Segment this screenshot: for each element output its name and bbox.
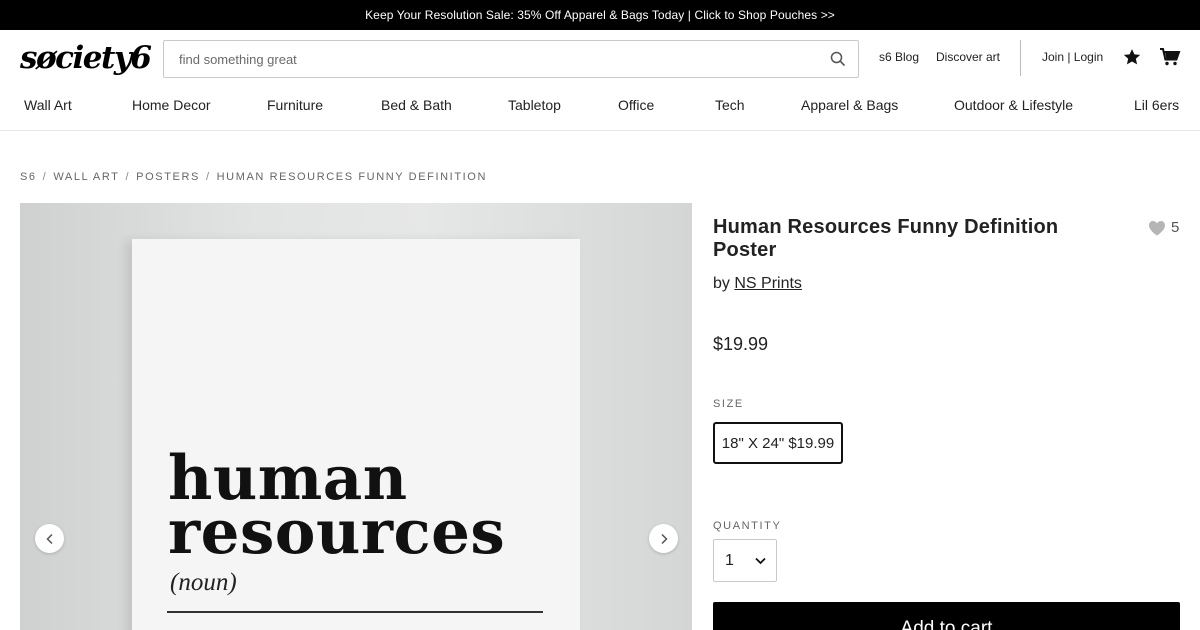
- nav-office[interactable]: Office: [618, 97, 654, 113]
- artist-link[interactable]: NS Prints: [734, 275, 802, 292]
- favorite-button[interactable]: 5: [1148, 219, 1179, 236]
- search-bar: [163, 40, 859, 78]
- breadcrumb-posters[interactable]: POSTERS: [136, 171, 200, 183]
- promo-banner[interactable]: Keep Your Resolution Sale: 35% Off Appar…: [0, 0, 1200, 30]
- star-icon: [1123, 49, 1141, 65]
- quantity-value: 1: [725, 551, 734, 569]
- favorites-count: 5: [1171, 219, 1180, 236]
- product-title: Human Resources Funny Definition Poster: [713, 216, 1059, 261]
- blog-link[interactable]: s6 Blog: [879, 50, 919, 64]
- nav-tech[interactable]: Tech: [715, 97, 745, 113]
- cart-button[interactable]: [1159, 47, 1181, 67]
- nav-wall-art[interactable]: Wall Art: [24, 97, 72, 113]
- header-divider: [1020, 40, 1021, 76]
- poster-text-noun: (noun): [170, 569, 237, 596]
- cart-icon: [1160, 48, 1181, 66]
- chevron-left-icon: [45, 533, 53, 544]
- nav-apparel-bags[interactable]: Apparel & Bags: [801, 97, 898, 113]
- poster-text-line2: resources: [168, 497, 506, 568]
- search-icon: [830, 51, 846, 67]
- breadcrumb-current: HUMAN RESOURCES FUNNY DEFINITION: [216, 171, 488, 183]
- size-option-selected[interactable]: 18" X 24" $19.99: [713, 422, 843, 464]
- next-image-button[interactable]: [649, 524, 678, 553]
- product-image-gallery[interactable]: human resources (noun): [20, 203, 692, 630]
- poster-image: human resources (noun): [132, 239, 580, 630]
- nav-outdoor-lifestyle[interactable]: Outdoor & Lifestyle: [954, 97, 1073, 113]
- breadcrumb-wall-art[interactable]: WALL ART: [53, 171, 119, 183]
- chevron-right-icon: [660, 533, 668, 544]
- breadcrumb-separator: /: [125, 171, 131, 183]
- by-label: by: [713, 275, 730, 292]
- breadcrumb-separator: /: [205, 171, 211, 183]
- size-label: SIZE: [713, 398, 744, 410]
- discover-art-link[interactable]: Discover art: [936, 50, 1000, 64]
- quantity-label: QUANTITY: [713, 520, 782, 532]
- society6-logo[interactable]: søciety6: [20, 40, 152, 76]
- breadcrumb: S6 / WALL ART / POSTERS / HUMAN RESOURCES FUNN…: [20, 171, 487, 184]
- search-button[interactable]: [818, 41, 858, 77]
- nav-home-decor[interactable]: Home Decor: [132, 97, 211, 113]
- chevron-down-icon: [755, 557, 766, 564]
- nav-furniture[interactable]: Furniture: [267, 97, 323, 113]
- quantity-select[interactable]: 1: [713, 539, 777, 582]
- nav-bed-bath[interactable]: Bed & Bath: [381, 97, 452, 113]
- previous-image-button[interactable]: [35, 524, 64, 553]
- favorites-button[interactable]: [1122, 47, 1142, 67]
- heart-icon: [1149, 220, 1165, 235]
- add-to-cart-button[interactable]: Add to cart: [713, 602, 1180, 630]
- join-login-link[interactable]: Join | Login: [1042, 50, 1103, 64]
- search-input[interactable]: [164, 41, 818, 77]
- nav-lil-6ers[interactable]: Lil 6ers: [1134, 97, 1179, 113]
- artist-byline: by NS Prints: [713, 275, 802, 293]
- breadcrumb-s6[interactable]: S6: [20, 171, 37, 183]
- product-price: $19.99: [713, 334, 769, 354]
- category-nav: Wall Art Home Decor Furniture Bed & Bath…: [0, 90, 1200, 131]
- breadcrumb-separator: /: [42, 171, 48, 183]
- promo-text[interactable]: Keep Your Resolution Sale: 35% Off Appar…: [365, 8, 835, 22]
- nav-tabletop[interactable]: Tabletop: [508, 97, 561, 113]
- poster-divider-line: [167, 611, 543, 613]
